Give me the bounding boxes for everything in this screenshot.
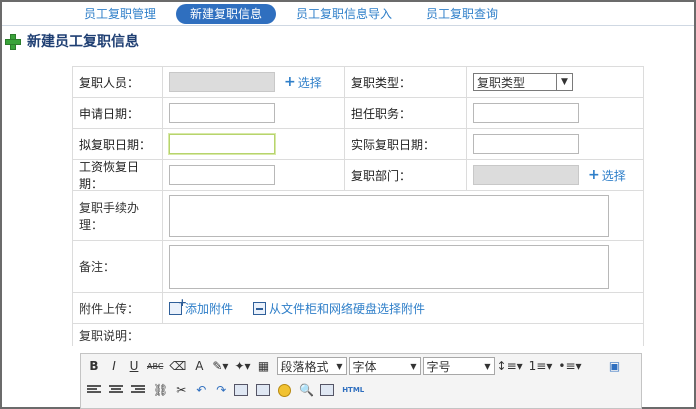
tab-bar: 员工复职管理 新建复职信息 员工复职信息导入 员工复职查询 <box>70 3 518 25</box>
magic-wand-icon[interactable]: ✦▾ <box>234 359 250 373</box>
chevron-down-icon: ▼ <box>336 361 343 371</box>
image-icon[interactable] <box>234 384 249 396</box>
flash-icon[interactable] <box>320 384 335 396</box>
page-title: 新建员工复职信息 <box>5 31 139 51</box>
remark-textarea[interactable] <box>169 244 609 289</box>
form-row-apply-date: 申请日期： 担任职务： <box>73 98 643 129</box>
form-row-employee: 复职人员： + 选择 复职类型： 复职类型 ▼ <box>73 67 643 98</box>
preview-icon[interactable]: ▣ <box>608 359 622 373</box>
add-icon <box>5 34 21 50</box>
unordered-list-icon[interactable]: •≡▾ <box>558 359 581 373</box>
undo-icon[interactable]: ↶ <box>194 383 208 397</box>
redo-icon[interactable]: ↷ <box>214 383 228 397</box>
form-row-attach: 附件上传： 添加附件 从文件柜和网络硬盘选择附件 <box>73 293 643 324</box>
font-size-select[interactable]: 字号 ▼ <box>422 357 495 375</box>
strikethrough-button[interactable]: ABC <box>147 362 163 371</box>
apply-date-input[interactable] <box>169 103 275 123</box>
font-family-select[interactable]: 字体 ▼ <box>348 357 421 375</box>
cabinet-icon <box>253 301 267 315</box>
chevron-down-icon: ▼ <box>556 74 572 90</box>
apply-date-label: 申请日期： <box>73 98 163 128</box>
tab-reinstatement-import[interactable]: 员工复职信息导入 <box>282 4 406 24</box>
planned-date-input[interactable] <box>169 134 275 154</box>
unlink-icon[interactable]: ✂ <box>174 383 188 397</box>
type-label: 复职类型： <box>345 67 467 97</box>
position-label: 担任职务： <box>345 98 467 128</box>
align-left-icon[interactable] <box>87 384 101 396</box>
tab-reinstatement-query[interactable]: 员工复职查询 <box>412 4 512 24</box>
italic-button[interactable]: I <box>107 359 121 373</box>
cabinet-attachment-link[interactable]: 从文件柜和网络硬盘选择附件 <box>253 300 425 317</box>
type-select[interactable]: 复职类型 ▼ <box>473 73 573 91</box>
select-dept-link[interactable]: + 选择 <box>588 167 626 184</box>
add-attachment-link[interactable]: 添加附件 <box>169 296 233 317</box>
table-icon[interactable]: ▦ <box>257 359 271 373</box>
plus-icon: + <box>588 167 600 183</box>
planned-date-label: 拟复职日期： <box>73 129 163 159</box>
attach-label: 附件上传： <box>73 293 163 323</box>
form-row-salary-date: 工资恢复日期： 复职部门： + 选择 <box>73 160 643 191</box>
page-title-text: 新建员工复职信息 <box>27 34 139 50</box>
underline-button[interactable]: U <box>127 359 141 373</box>
procedure-textarea[interactable] <box>169 194 609 237</box>
rich-text-editor: B I U ABC ⌫ A ✎▾ ✦▾ ▦ 段落格式 ▼ 字体 ▼ 字号 ▼ ↕≡▾ … <box>80 353 642 409</box>
dept-label: 复职部门： <box>345 160 467 190</box>
dept-field[interactable] <box>473 165 579 185</box>
font-color-button[interactable]: A <box>192 359 206 373</box>
select-employee-link[interactable]: + 选择 <box>284 74 322 91</box>
link-icon[interactable]: ⛓ <box>153 383 168 397</box>
reinstatement-form: 复职人员： + 选择 复职类型： 复职类型 ▼ 申请日期： 担任职务： 拟复职日期：… <box>72 66 644 346</box>
form-row-planned-date: 拟复职日期： 实际复职日期： <box>73 129 643 160</box>
ordered-list-icon[interactable]: 1≡▾ <box>529 359 553 373</box>
attachment-icon <box>169 296 187 315</box>
emoticon-icon[interactable] <box>278 383 292 397</box>
actual-date-input[interactable] <box>473 134 579 154</box>
form-row-remark: 备注： <box>73 241 643 293</box>
bold-button[interactable]: B <box>87 359 101 373</box>
salary-date-label: 工资恢复日期： <box>73 160 163 191</box>
chevron-down-icon: ▼ <box>484 361 491 371</box>
tab-new-reinstatement[interactable]: 新建复职信息 <box>176 4 277 24</box>
insert-table-icon[interactable] <box>256 384 271 396</box>
description-label: 复职说明： <box>79 328 140 343</box>
search-icon[interactable]: 🔍 <box>299 383 314 397</box>
remark-label: 备注： <box>73 241 163 292</box>
employee-label: 复职人员： <box>73 67 163 97</box>
editor-toolbar-row-2: ⛓ ✂ ↶ ↷ 🔍 HTML <box>81 378 641 402</box>
salary-date-input[interactable] <box>169 165 275 185</box>
highlight-icon[interactable]: ✎▾ <box>212 359 228 373</box>
align-right-icon[interactable] <box>131 384 145 396</box>
form-row-procedure: 复职手续办理： <box>73 191 643 241</box>
position-input[interactable] <box>473 103 579 123</box>
procedure-label: 复职手续办理： <box>73 191 163 240</box>
plus-icon: + <box>284 74 296 90</box>
employee-field[interactable] <box>169 72 275 92</box>
tab-reinstatement-management[interactable]: 员工复职管理 <box>70 4 170 24</box>
align-center-icon[interactable] <box>109 384 123 396</box>
editor-toolbar-row-1: B I U ABC ⌫ A ✎▾ ✦▾ ▦ 段落格式 ▼ 字体 ▼ 字号 ▼ ↕≡▾ … <box>81 354 641 378</box>
tab-divider <box>2 25 694 26</box>
chevron-down-icon: ▼ <box>410 361 417 371</box>
line-height-icon[interactable]: ↕≡▾ <box>497 359 523 373</box>
html-source-button[interactable]: HTML <box>342 386 364 394</box>
paragraph-format-select[interactable]: 段落格式 ▼ <box>276 357 347 375</box>
eraser-icon[interactable]: ⌫ <box>169 359 186 373</box>
actual-date-label: 实际复职日期： <box>345 129 467 159</box>
